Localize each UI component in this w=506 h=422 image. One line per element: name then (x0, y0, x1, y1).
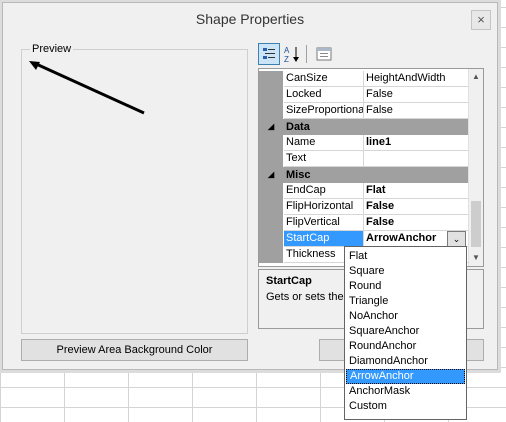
dropdown-option[interactable]: Round (346, 279, 465, 294)
property-name[interactable]: StartCap (284, 231, 364, 247)
property-name[interactable]: Locked (284, 87, 364, 103)
property-row-locked[interactable]: Locked False (259, 87, 470, 103)
row-margin (259, 103, 283, 119)
scroll-thumb[interactable] (471, 201, 481, 247)
row-margin (259, 135, 283, 151)
property-name[interactable]: CanSize (284, 71, 364, 87)
property-name[interactable]: FlipHorizontal (284, 199, 364, 215)
category-data[interactable]: ◢ Data (259, 119, 468, 135)
description-title: StartCap (266, 275, 312, 287)
toolbar-separator (306, 45, 307, 63)
category-misc[interactable]: ◢ Misc (259, 167, 468, 183)
property-row-cansize[interactable]: CanSize HeightAndWidth (259, 71, 470, 87)
svg-text:A: A (284, 46, 290, 55)
property-name[interactable]: FlipVertical (284, 215, 364, 231)
category-label: Misc (286, 169, 311, 181)
property-value[interactable]: Flat (364, 183, 470, 199)
alphabetical-icon: A Z (284, 46, 299, 64)
dropdown-option[interactable]: ArrowAnchor (346, 369, 465, 384)
dropdown-option[interactable]: Triangle (346, 294, 465, 309)
alphabetical-button[interactable]: A Z (281, 43, 303, 65)
property-row-startcap[interactable]: StartCap ArrowAnchor ⌄ (259, 231, 470, 248)
property-value[interactable]: line1 (364, 135, 470, 151)
preview-background-color-button[interactable]: Preview Area Background Color (21, 339, 248, 361)
row-margin (259, 231, 283, 247)
row-margin (259, 71, 283, 87)
property-grid-scrollbar[interactable]: ▲ ▼ (468, 69, 483, 266)
dropdown-option[interactable]: NoAnchor (346, 309, 465, 324)
startcap-dropdown-list[interactable]: Flat Square Round Triangle NoAnchor SquareAnc… (344, 246, 467, 420)
property-row-sizeproportional[interactable]: SizeProportional False (259, 103, 470, 119)
property-value[interactable]: False (364, 199, 470, 215)
property-row-endcap[interactable]: EndCap Flat (259, 183, 470, 199)
dropdown-option[interactable]: DiamondAnchor (346, 354, 465, 369)
row-margin (259, 215, 283, 231)
row-margin (259, 247, 283, 263)
property-name[interactable]: Text (284, 151, 364, 167)
scroll-down-arrow-icon[interactable]: ▼ (469, 250, 483, 266)
description-text: Gets or sets the s (266, 291, 346, 303)
preview-line-shape (29, 61, 145, 115)
property-row-flipvertical[interactable]: FlipVertical False (259, 215, 470, 231)
property-name[interactable]: Name (284, 135, 364, 151)
property-value[interactable]: False (364, 215, 470, 231)
property-name[interactable]: EndCap (284, 183, 364, 199)
row-margin (259, 151, 283, 167)
property-pages-icon (316, 47, 332, 61)
property-grid: CanSize HeightAndWidth Locked False SizeProp… (258, 68, 484, 267)
row-margin (259, 183, 283, 199)
property-name[interactable]: SizeProportional (284, 103, 364, 119)
row-margin (259, 87, 283, 103)
dropdown-option[interactable]: Flat (346, 249, 465, 264)
row-margin (259, 199, 283, 215)
dialog-title: Shape Properties (195, 11, 305, 27)
property-row-fliphorizontal[interactable]: FlipHorizontal False (259, 199, 470, 215)
collapse-toggle-icon[interactable]: ◢ (268, 167, 274, 183)
preview-area: Preview (21, 43, 248, 334)
property-value[interactable] (364, 151, 470, 167)
dropdown-option[interactable]: Custom (346, 399, 465, 414)
close-icon: × (477, 12, 485, 27)
dropdown-option[interactable]: SquareAnchor (346, 324, 465, 339)
title-bar: Shape Properties × (3, 3, 497, 35)
scroll-up-arrow-icon[interactable]: ▲ (469, 69, 483, 85)
property-row-name[interactable]: Name line1 (259, 135, 470, 151)
dropdown-option[interactable]: AnchorMask (346, 384, 465, 399)
property-pages-button[interactable] (313, 43, 335, 65)
svg-text:Z: Z (284, 55, 289, 64)
categorized-icon (263, 48, 275, 59)
property-value[interactable]: HeightAndWidth (364, 71, 470, 87)
categorized-button[interactable] (258, 43, 280, 65)
category-label: Data (286, 121, 310, 133)
close-button[interactable]: × (471, 10, 491, 30)
property-value[interactable]: False (364, 87, 470, 103)
dropdown-option[interactable]: RoundAnchor (346, 339, 465, 354)
collapse-toggle-icon[interactable]: ◢ (268, 119, 274, 135)
dropdown-option[interactable]: Square (346, 264, 465, 279)
property-value[interactable]: False (364, 103, 470, 119)
property-row-text[interactable]: Text (259, 151, 470, 167)
